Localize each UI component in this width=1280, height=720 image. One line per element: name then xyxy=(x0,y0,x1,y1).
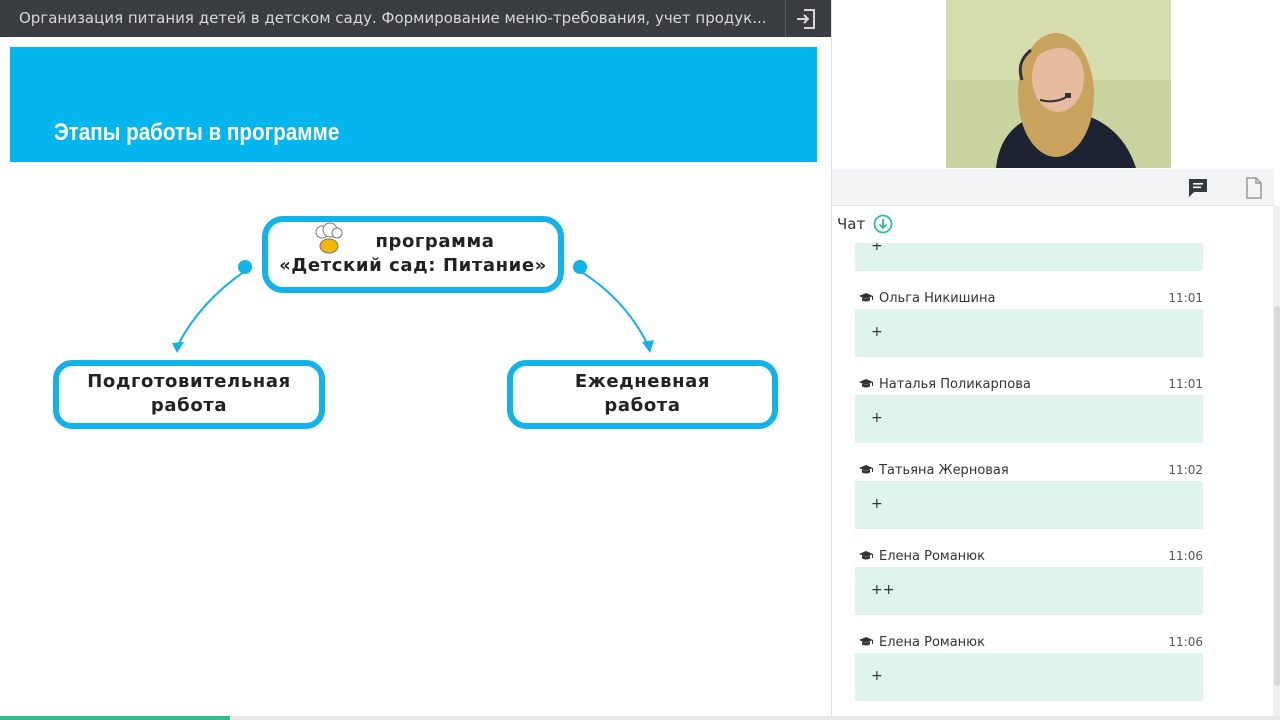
document-icon xyxy=(1246,177,1262,199)
daily-node-line2: работа xyxy=(604,395,681,416)
presenter-video[interactable] xyxy=(946,0,1171,168)
chat-message-time: 11:01 xyxy=(1168,291,1203,305)
program-node-line2: «Детский сад: Питание» xyxy=(279,255,547,276)
chat-message-author: Ольга Никишина xyxy=(879,291,996,306)
chat-message-author: Елена Романюк xyxy=(879,549,985,564)
chat-message-time: 11:06 xyxy=(1168,549,1203,563)
graduation-cap-icon xyxy=(859,551,873,560)
chat-message-header: Елена Романюк 11:06 xyxy=(858,634,1203,652)
playback-progress-fill xyxy=(0,716,231,720)
graduation-cap-icon xyxy=(859,293,873,302)
daily-node-line1: Ежедневная xyxy=(574,371,711,392)
graduation-cap-icon xyxy=(859,379,873,388)
chat-message-text: + xyxy=(871,668,883,684)
webinar-title: Организация питания детей в детском саду… xyxy=(19,9,767,27)
chat-scrollbar[interactable] xyxy=(1273,206,1280,720)
chat-message-time: 11:06 xyxy=(1168,635,1203,649)
presentation-slide: Этапы работы в программе программа «Детс… xyxy=(0,37,831,720)
side-panel: Чат + Ольга Никишина 11:01 + Наталья Полика… xyxy=(831,0,1280,720)
right-arrow xyxy=(579,270,649,346)
presentation-title-bar: Организация питания детей в детском саду… xyxy=(0,0,831,37)
chat-message-time: 11:01 xyxy=(1168,377,1203,391)
exit-icon xyxy=(796,8,815,29)
chat-message-text: + xyxy=(871,410,883,426)
left-arrow xyxy=(177,270,246,346)
program-node-line1: программа xyxy=(375,231,495,252)
program-node-label: программа «Детский сад: Питание» xyxy=(265,230,561,278)
prep-node-line1: Подготовительная xyxy=(87,371,291,392)
arrow-down-circle-icon[interactable] xyxy=(873,214,893,234)
chat-message-bubble: + xyxy=(855,481,1203,529)
chat-message-header: Ольга Никишина 11:01 xyxy=(858,290,1203,308)
chat-message-bubble: + xyxy=(855,653,1203,701)
chat-message-text: + xyxy=(871,243,883,254)
graduation-cap-icon xyxy=(859,465,873,474)
chat-message-bubble: + xyxy=(855,309,1203,357)
chat-message-time: 11:02 xyxy=(1168,463,1203,477)
presenter-image xyxy=(946,0,1171,168)
chat-message-header: Наталья Поликарпова 11:01 xyxy=(858,376,1203,394)
chat-message-bubble: + xyxy=(855,395,1203,443)
chat-message-bubble: ++ xyxy=(855,567,1203,615)
chat-message-header: Елена Романюк 11:06 xyxy=(858,548,1203,566)
chat-header: Чат xyxy=(837,214,893,234)
chat-message-text: + xyxy=(871,496,883,512)
daily-node-label: Ежедневная работа xyxy=(510,370,775,418)
tab-chat[interactable] xyxy=(1185,175,1211,201)
chat-message-author: Татьяна Жерновая xyxy=(879,463,1009,478)
chat-message-text: ++ xyxy=(871,582,895,598)
chat-message-author: Наталья Поликарпова xyxy=(879,377,1031,392)
chat-title: Чат xyxy=(837,215,866,233)
prep-node-label: Подготовительная работа xyxy=(56,370,322,418)
chat-scrollbar-thumb[interactable] xyxy=(1274,306,1280,686)
chat-icon xyxy=(1189,179,1207,197)
chat-message-list[interactable]: + Ольга Никишина 11:01 + Наталья Поликарпов… xyxy=(832,243,1274,713)
chat-message-bubble: + xyxy=(855,243,1203,271)
chat-message-text: + xyxy=(871,324,883,340)
panel-tabs xyxy=(832,169,1274,206)
playback-progress[interactable] xyxy=(0,716,1280,720)
graduation-cap-icon xyxy=(859,637,873,646)
chat-message-header: Татьяна Жерновая 11:02 xyxy=(858,462,1203,480)
chat-message-author: Елена Романюк xyxy=(879,635,985,650)
prep-node-line2: работа xyxy=(150,395,228,416)
tab-documents[interactable] xyxy=(1241,175,1267,201)
exit-button[interactable] xyxy=(785,0,825,37)
